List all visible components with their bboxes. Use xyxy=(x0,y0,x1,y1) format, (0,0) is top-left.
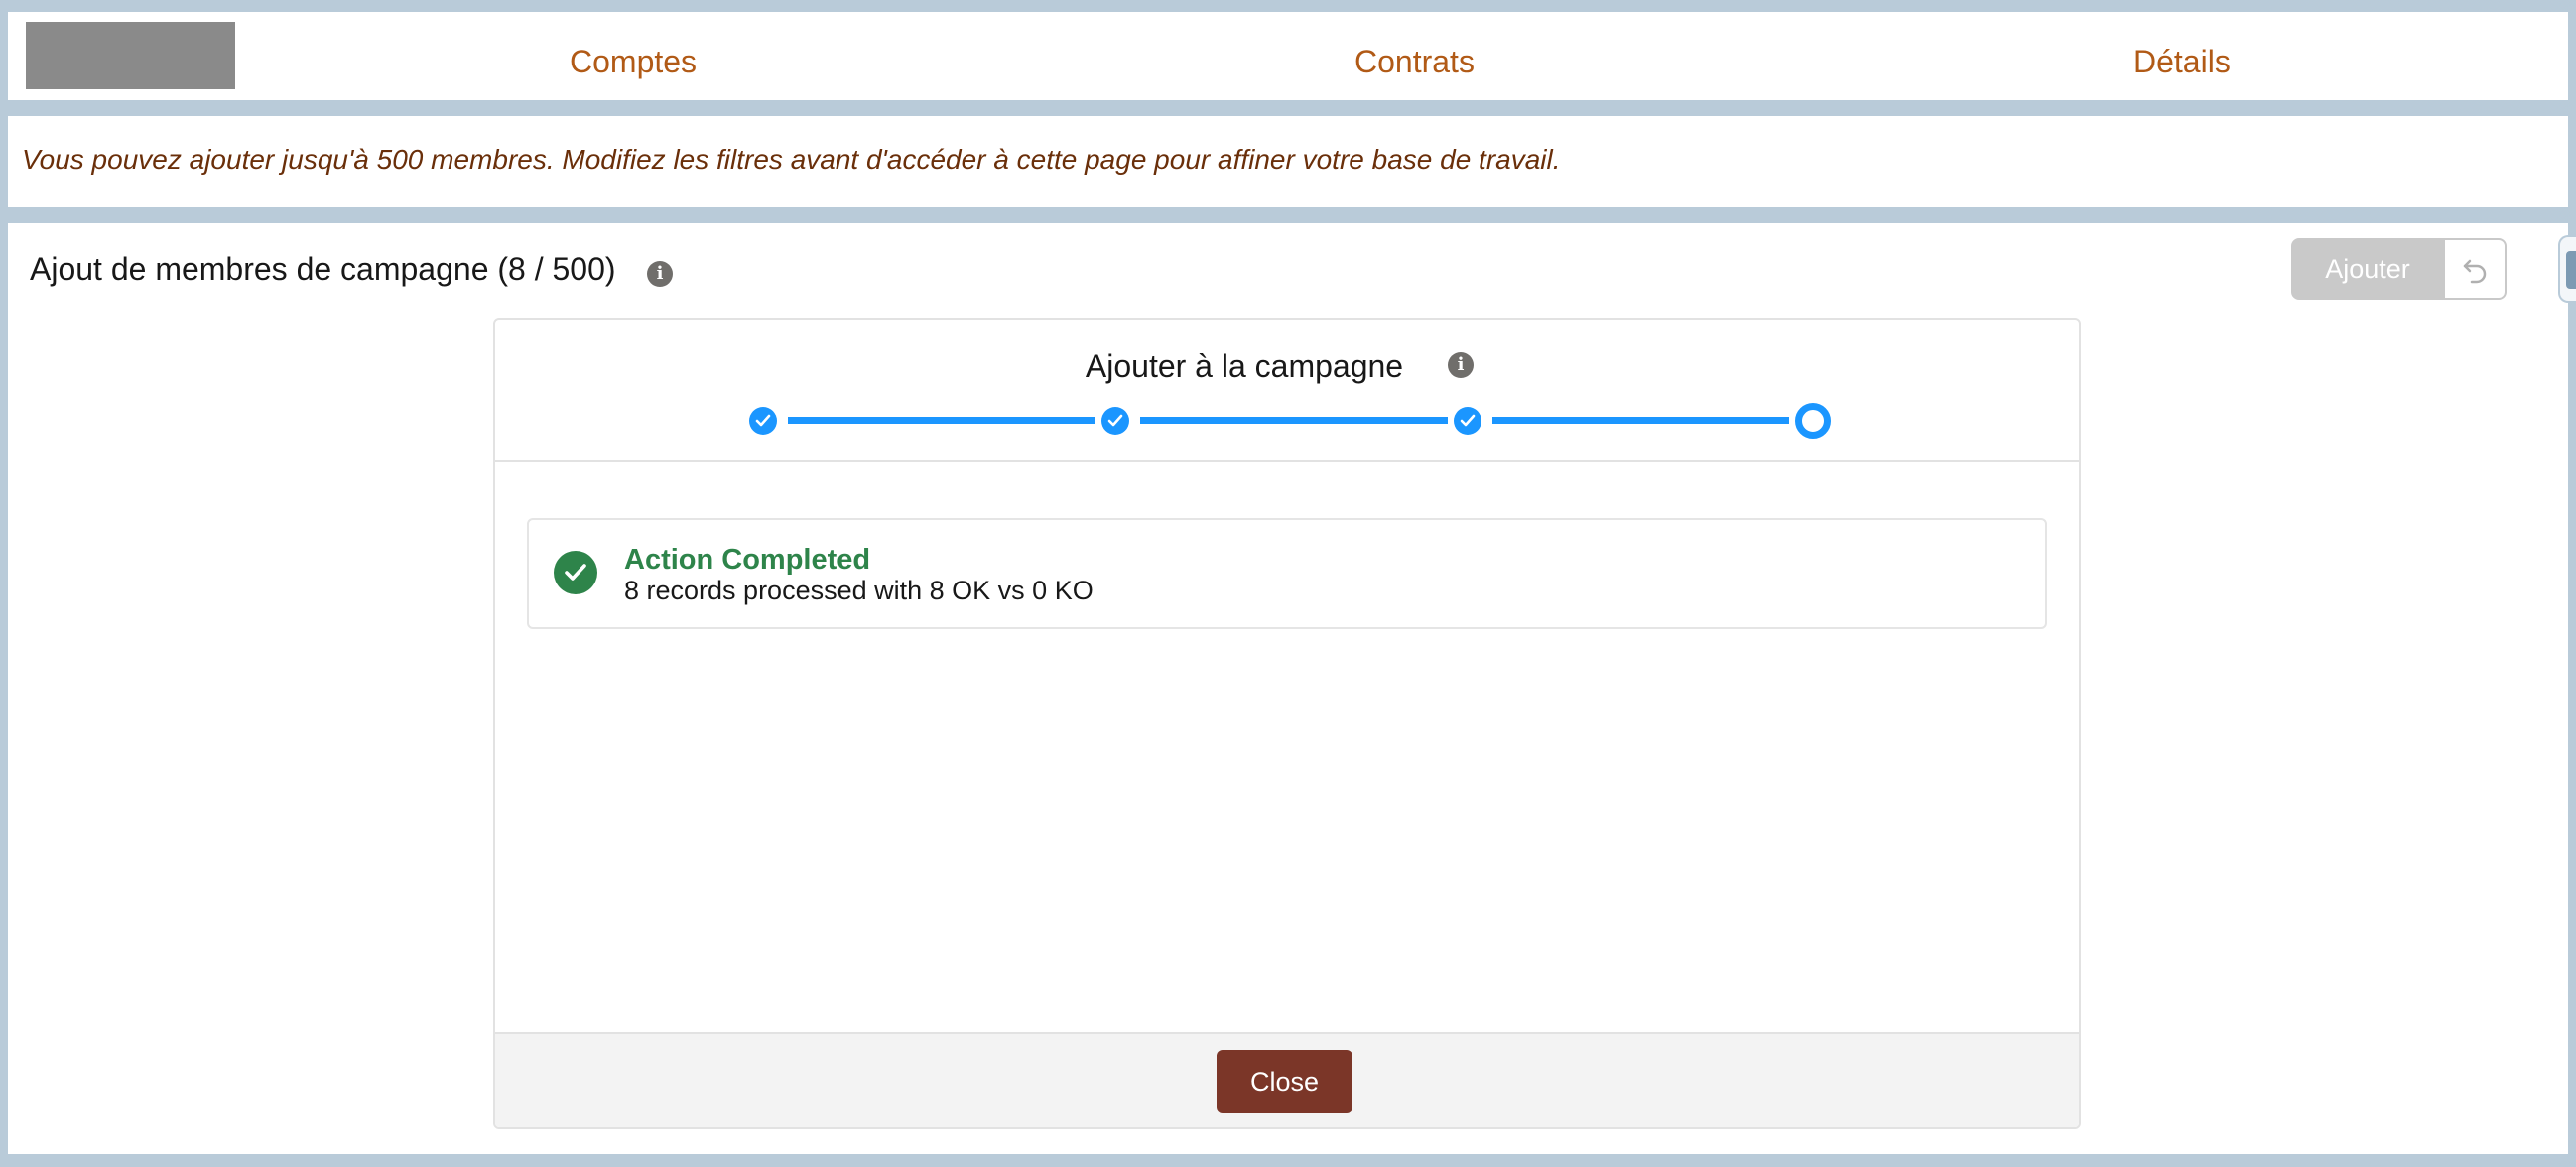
progress-step-4-current xyxy=(1795,403,1831,439)
page-title: Ajout de membres de campagne (8 / 500) xyxy=(30,251,616,287)
undo-button[interactable] xyxy=(2444,238,2507,300)
result-title: Action Completed xyxy=(624,544,871,576)
add-to-campaign-wizard: Ajouter à la campagne i Action Completed… xyxy=(493,318,2081,1129)
progress-step-1-completed xyxy=(749,407,777,435)
undo-icon xyxy=(2463,259,2487,284)
check-icon xyxy=(755,414,771,427)
nav-link-details[interactable]: Détails xyxy=(2133,12,2231,100)
wizard-title: Ajouter à la campagne xyxy=(1085,348,1404,384)
info-icon[interactable]: i xyxy=(1448,352,1474,378)
top-nav-bar: Comptes Contrats Détails xyxy=(8,12,2568,100)
logo-placeholder xyxy=(26,22,235,89)
wizard-header: Ajouter à la campagne i xyxy=(495,320,2079,462)
info-message-bar: Vous pouvez ajouter jusqu'à 500 membres.… xyxy=(8,116,2568,207)
info-message-text: Vous pouvez ajouter jusqu'à 500 membres.… xyxy=(22,144,1561,175)
progress-step-2-completed xyxy=(1101,407,1129,435)
wizard-footer: Close xyxy=(495,1032,2079,1127)
result-notification: Action Completed 8 records processed wit… xyxy=(527,518,2047,629)
nav-link-comptes[interactable]: Comptes xyxy=(570,12,697,100)
progress-line xyxy=(1140,417,1448,424)
check-icon xyxy=(1107,414,1123,427)
result-detail: 8 records processed with 8 OK vs 0 KO xyxy=(624,576,1094,605)
success-check-icon xyxy=(554,551,597,594)
progress-line xyxy=(788,417,1095,424)
side-panel-toggle[interactable] xyxy=(2558,235,2576,303)
progress-step-3-completed xyxy=(1454,407,1481,435)
info-icon[interactable]: i xyxy=(647,261,673,287)
close-button[interactable]: Close xyxy=(1217,1050,1352,1113)
add-button[interactable]: Ajouter xyxy=(2291,238,2444,300)
check-icon xyxy=(1460,414,1476,427)
nav-link-contrats[interactable]: Contrats xyxy=(1354,12,1475,100)
main-panel: Ajout de membres de campagne (8 / 500) i… xyxy=(8,223,2576,1154)
progress-line xyxy=(1492,417,1789,424)
